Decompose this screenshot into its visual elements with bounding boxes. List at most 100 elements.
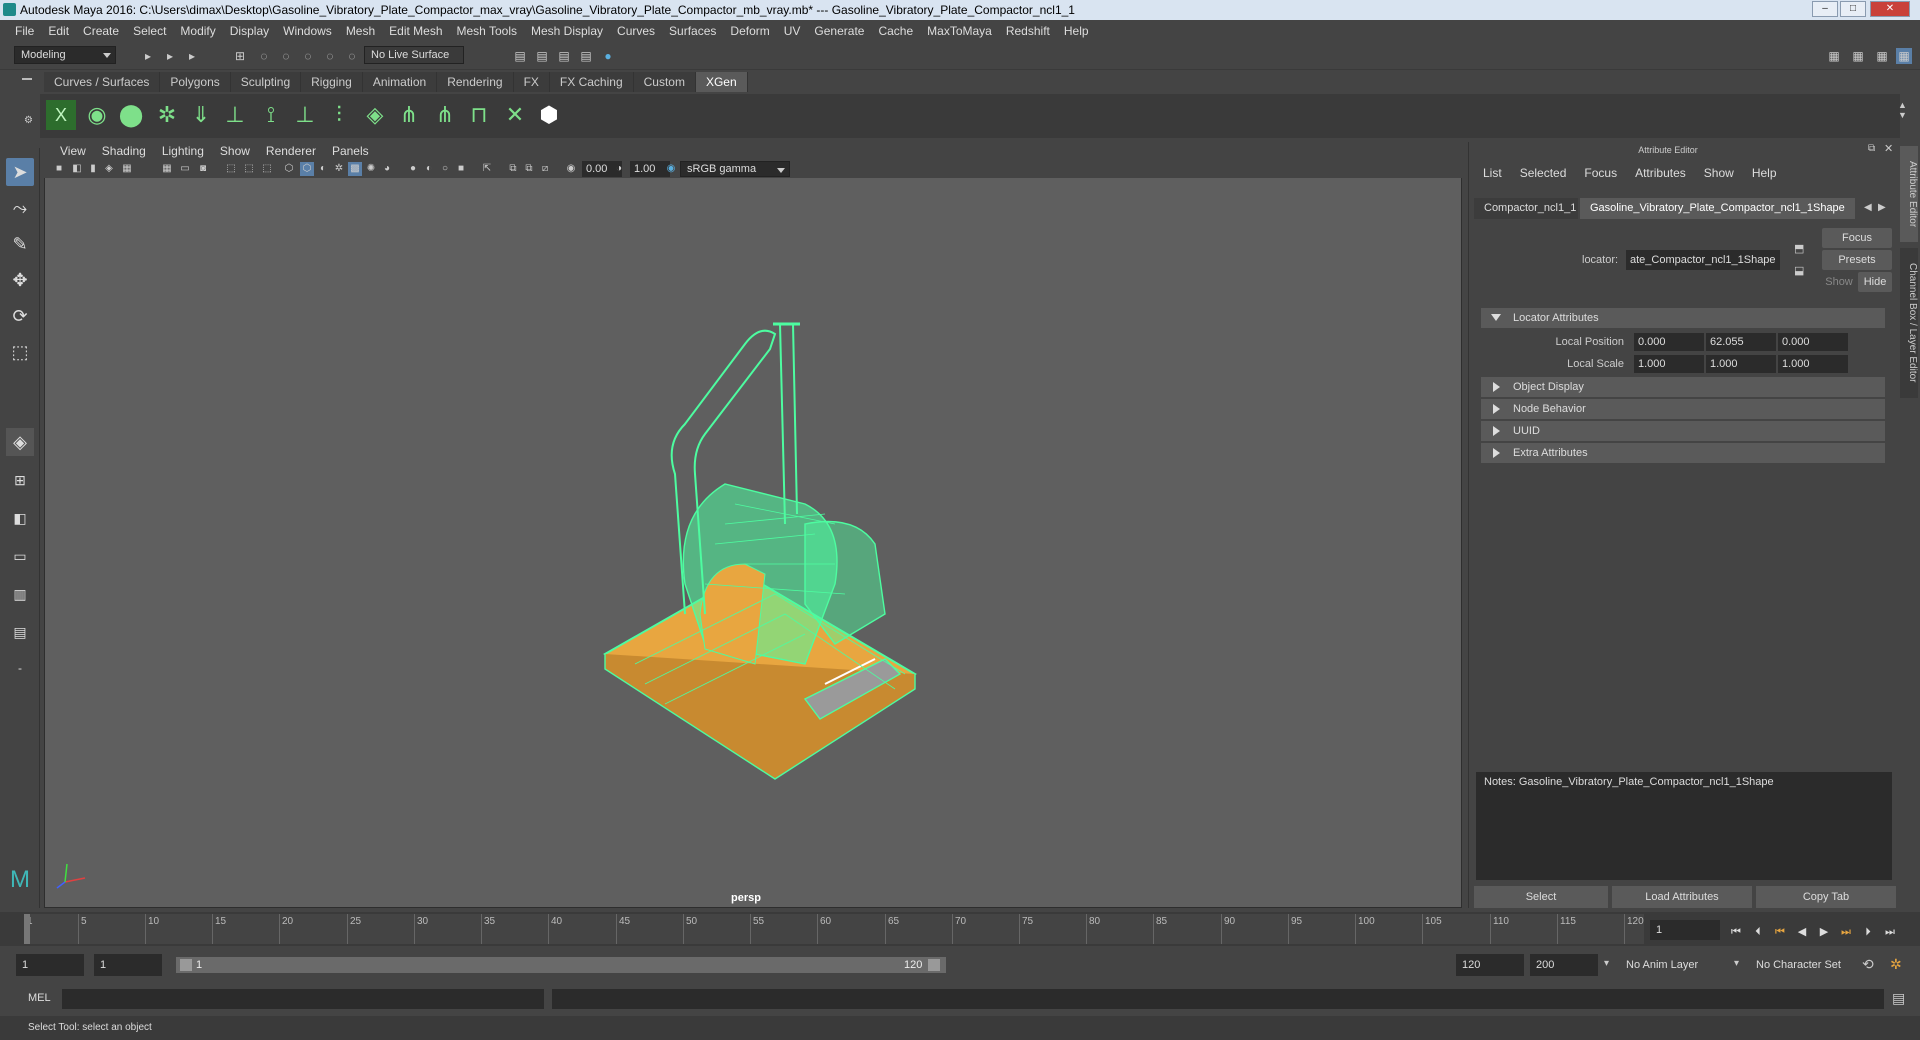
section-uuid[interactable]: UUID [1481, 421, 1885, 441]
float-panel-icon[interactable]: ⧉ [1868, 143, 1875, 154]
menu-generate[interactable]: Generate [807, 24, 871, 38]
ae-menu-help[interactable]: Help [1743, 164, 1786, 182]
anim-prefs-icon[interactable]: ✲ [1890, 956, 1902, 973]
two-sided-icon[interactable]: ⧉ [506, 162, 520, 176]
antialias-icon[interactable]: ◐ [422, 162, 436, 176]
tab-transform-node[interactable]: Compactor_ncl1_1 [1474, 198, 1578, 219]
xgen-scale-guide-icon[interactable]: ⟟ [256, 100, 286, 130]
notes-area[interactable] [1476, 772, 1892, 880]
render-view-icon[interactable]: ▤ [512, 48, 528, 64]
shelf-tab-curves-surfaces[interactable]: Curves / Surfaces [44, 72, 161, 92]
menu-create[interactable]: Create [76, 24, 126, 38]
ae-menu-focus[interactable]: Focus [1575, 164, 1626, 182]
wireframe-on-shaded-icon[interactable]: ⬡ [300, 162, 314, 176]
timeline-ticks[interactable]: 1510152025303540455055606570758085909510… [24, 914, 1644, 944]
xgen-layer-icon[interactable]: ◈ [360, 100, 390, 130]
live-surface-field[interactable]: No Live Surface [364, 46, 464, 64]
focus-input-icon[interactable]: ⬒ [1794, 242, 1804, 255]
maximize-button[interactable]: □ [1840, 1, 1866, 17]
shelf-tab-polygons[interactable]: Polygons [160, 72, 231, 92]
shelf-tab-rigging[interactable]: Rigging [301, 72, 363, 92]
snap-grid-icon[interactable]: ◌ [278, 48, 294, 64]
show-button[interactable]: Show [1822, 272, 1856, 292]
local-position-y[interactable]: 62.055 [1706, 333, 1776, 351]
snap-point-icon[interactable]: ◌ [322, 48, 338, 64]
viewport-menu-lighting[interactable]: Lighting [154, 143, 212, 160]
menu-redshift[interactable]: Redshift [999, 24, 1057, 38]
persp-graph-icon[interactable]: ▭ [6, 542, 34, 570]
range-end-handle[interactable] [928, 959, 940, 971]
go-to-end-icon[interactable]: ⏭ [1882, 924, 1898, 940]
copy-tab-button[interactable]: Copy Tab [1756, 886, 1896, 908]
rotate-tool-icon[interactable]: ⟳ [6, 302, 34, 330]
range-slider[interactable]: 1 120 [176, 957, 946, 973]
xgen-groom-icon[interactable]: ⋔ [430, 100, 460, 130]
field-chart-icon[interactable]: ⬚ [260, 162, 274, 176]
menu-display[interactable]: Display [223, 24, 276, 38]
motion-blur-icon[interactable]: ● [406, 162, 420, 176]
close-panel-icon[interactable]: ✕ [1884, 142, 1893, 155]
xgen-preview-icon[interactable]: ◉ [82, 100, 112, 130]
section-extra-attributes[interactable]: Extra Attributes [1481, 443, 1885, 463]
mode-selector[interactable]: Modeling [14, 46, 116, 64]
select-tool-icon[interactable]: ➤ [6, 158, 34, 186]
side-by-side-icon[interactable]: ◧ [6, 504, 34, 532]
step-forward-key-icon[interactable]: ⏭ [1838, 924, 1854, 940]
section-object-display[interactable]: Object Display [1481, 377, 1885, 397]
current-frame-field[interactable]: 1 [1650, 920, 1720, 940]
xgen-editor-icon[interactable]: X [46, 100, 76, 130]
menu-mesh-tools[interactable]: Mesh Tools [450, 24, 524, 38]
perspective-viewport[interactable] [44, 143, 1462, 908]
mel-label[interactable]: MEL [28, 992, 51, 1004]
layout-icon[interactable]: ▦ [1826, 48, 1842, 64]
minimize-button[interactable]: – [1812, 1, 1838, 17]
four-view-icon[interactable]: ⊞ [6, 466, 34, 494]
film-gate-icon[interactable]: ▭ [178, 162, 192, 176]
open-scene-icon[interactable]: ▸ [162, 48, 178, 64]
menu-uv[interactable]: UV [777, 24, 808, 38]
tab-scroll-right-icon[interactable]: ▶ [1878, 202, 1886, 213]
script-editor-icon[interactable]: ▤ [1892, 990, 1905, 1007]
local-scale-x[interactable]: 1.000 [1634, 355, 1704, 373]
exposure-icon[interactable]: ◉ [564, 162, 578, 176]
attribute-editor-toggle-icon[interactable]: ▦ [1874, 48, 1890, 64]
viewport-menu-shading[interactable]: Shading [94, 143, 154, 160]
current-frame-marker[interactable] [24, 914, 30, 944]
shelf-tab-xgen[interactable]: XGen [695, 72, 748, 92]
menu-file[interactable]: File [8, 24, 41, 38]
xgen-lock-guide-icon[interactable]: ⊥ [290, 100, 320, 130]
select-hierarchy-icon[interactable]: ⊞ [232, 48, 248, 64]
viewport-menu-view[interactable]: View [52, 143, 94, 160]
paint-select-icon[interactable]: ✎ [6, 230, 34, 258]
menu-mesh-display[interactable]: Mesh Display [524, 24, 610, 38]
section-node-behavior[interactable]: Node Behavior [1481, 399, 1885, 419]
section-locator-attributes[interactable]: Locator Attributes [1481, 308, 1885, 328]
character-set-dropdown[interactable]: No Character Set [1750, 954, 1864, 976]
ambient-occlusion-icon[interactable]: ◕ [380, 162, 394, 176]
tab-scroll-left-icon[interactable]: ◀ [1864, 202, 1872, 213]
snap-curve-icon[interactable]: ◌ [300, 48, 316, 64]
shelf-menu-icon[interactable] [22, 78, 32, 80]
xgen-guides-icon[interactable]: ✲ [152, 100, 182, 130]
wireframe-icon[interactable]: ▦ [160, 162, 174, 176]
menu-surfaces[interactable]: Surfaces [662, 24, 723, 38]
colorspace-dropdown[interactable]: sRGB gamma [680, 161, 790, 177]
menu-maxtomaya[interactable]: MaxToMaya [920, 24, 999, 38]
range-start-handle[interactable] [180, 959, 192, 971]
anim-start-field[interactable]: 1 [16, 954, 84, 976]
step-forward-icon[interactable]: ⏵ [1860, 924, 1876, 940]
persp-outliner-icon[interactable]: ▥ [6, 580, 34, 608]
gamma-icon[interactable]: ◑ [612, 162, 626, 176]
save-scene-icon[interactable]: ▸ [184, 48, 200, 64]
safe-title-icon[interactable]: ⬚ [242, 162, 256, 176]
chevron-down-icon[interactable]: ▾ [1734, 958, 1739, 969]
play-backward-icon[interactable]: ◀ [1794, 924, 1810, 940]
playback-start-field[interactable]: 1 [94, 954, 162, 976]
camera-attr-icon[interactable]: ◧ [70, 162, 84, 176]
menu-modify[interactable]: Modify [173, 24, 222, 38]
backface-icon[interactable]: ⧉ [522, 162, 536, 176]
hide-button[interactable]: Hide [1858, 272, 1892, 292]
focus-button[interactable]: Focus [1822, 228, 1892, 248]
shadows-icon[interactable]: ✺ [364, 162, 378, 176]
ae-menu-list[interactable]: List [1474, 164, 1511, 182]
